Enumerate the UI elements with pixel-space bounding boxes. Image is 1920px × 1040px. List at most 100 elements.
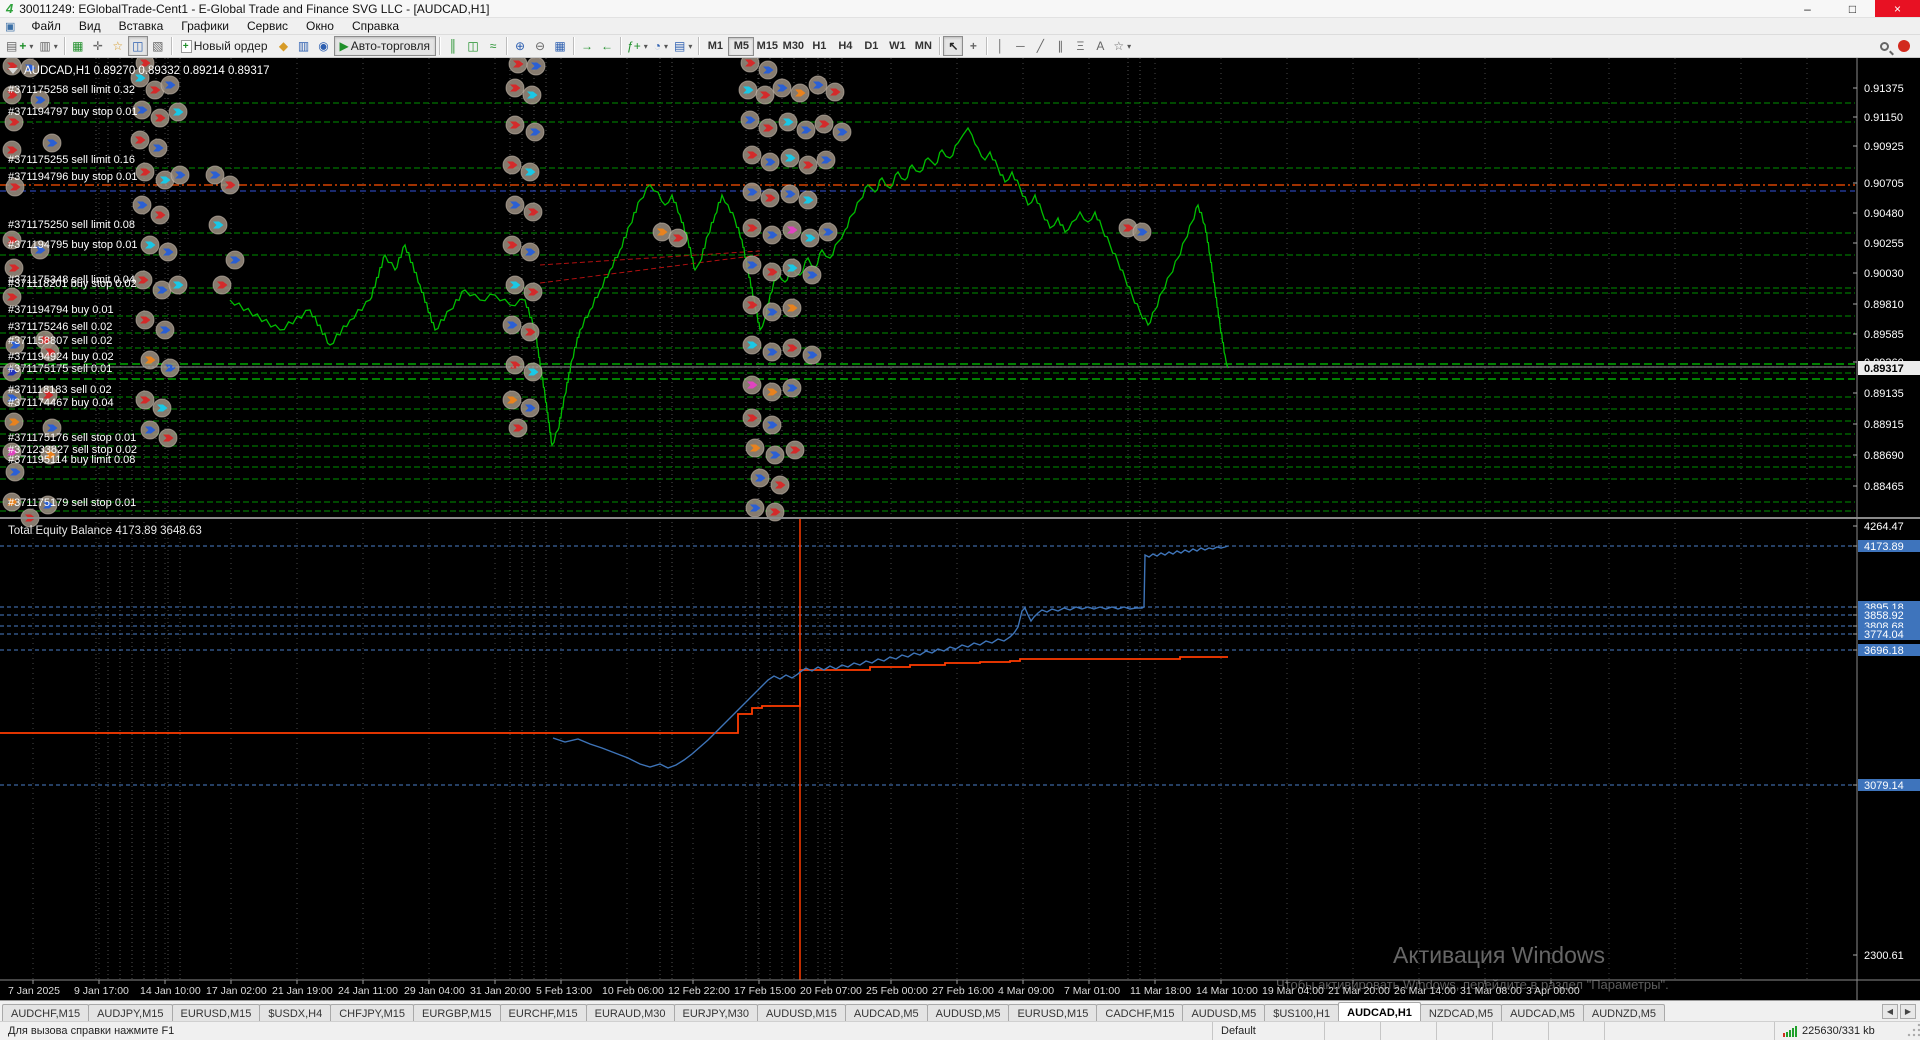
zoom-out-button[interactable]: ⊖ <box>530 36 550 56</box>
trade-marker[interactable] <box>796 120 816 140</box>
trade-marker[interactable] <box>808 75 828 95</box>
trade-marker[interactable] <box>4 412 24 432</box>
close-button[interactable]: × <box>1875 0 1920 17</box>
trade-marker[interactable] <box>782 220 802 240</box>
trade-marker[interactable] <box>505 115 525 135</box>
menu-сервис[interactable]: Сервис <box>238 18 297 34</box>
chart-tab-nzdcadm5[interactable]: NZDCAD,M5 <box>1419 1004 1503 1021</box>
notifications-button[interactable] <box>1894 36 1914 56</box>
new-chart-button[interactable]: ▤ + ▾ <box>3 36 36 56</box>
horizontal-line-button[interactable]: ─ <box>1010 36 1030 56</box>
autotrading-button[interactable]: ▶ Авто-торговля <box>333 36 437 56</box>
trade-marker[interactable] <box>742 408 762 428</box>
chart-tab-audusdm5[interactable]: AUDUSD,M5 <box>1182 1004 1266 1021</box>
chart-tab-us100h1[interactable]: $US100,H1 <box>1264 1004 1340 1021</box>
trade-marker[interactable] <box>135 310 155 330</box>
trade-marker[interactable] <box>762 382 782 402</box>
trade-marker[interactable] <box>135 162 155 182</box>
cursor-button[interactable]: ↖ <box>943 36 964 56</box>
trade-marker[interactable] <box>782 258 802 278</box>
chart-tab-audchfm15[interactable]: AUDCHF,M15 <box>2 1004 90 1021</box>
trade-marker[interactable] <box>738 80 758 100</box>
chart-tab-audnzdm5[interactable]: AUDNZD,M5 <box>1582 1004 1666 1021</box>
trade-marker[interactable] <box>762 262 782 282</box>
templates-button[interactable]: ▤ ▾ <box>671 36 695 56</box>
trade-marker[interactable] <box>505 78 525 98</box>
trade-marker[interactable] <box>814 114 834 134</box>
chart-tab-audcadm5[interactable]: AUDCAD,M5 <box>1501 1004 1584 1021</box>
data-window-button[interactable]: ✛ <box>88 36 108 56</box>
trade-marker[interactable] <box>522 85 542 105</box>
trade-marker[interactable] <box>782 378 802 398</box>
trade-marker[interactable] <box>140 235 160 255</box>
market-watch-button[interactable]: ▦ <box>68 36 88 56</box>
trade-marker[interactable] <box>505 195 525 215</box>
trade-marker[interactable] <box>508 58 528 74</box>
trade-marker[interactable] <box>523 362 543 382</box>
trade-marker[interactable] <box>502 235 522 255</box>
trade-marker[interactable] <box>740 58 760 73</box>
trade-marker[interactable] <box>765 445 785 465</box>
trade-marker[interactable] <box>740 110 760 130</box>
trade-marker[interactable] <box>755 85 775 105</box>
tab-scroll-left-button[interactable]: ◀ <box>1882 1004 1898 1019</box>
menu-графики[interactable]: Графики <box>172 18 238 34</box>
tab-scroll-right-button[interactable]: ▶ <box>1900 1004 1916 1019</box>
trade-marker[interactable] <box>135 390 155 410</box>
trade-marker[interactable] <box>758 60 778 80</box>
trade-marker[interactable] <box>785 440 805 460</box>
menu-вставка[interactable]: Вставка <box>110 18 173 34</box>
text-tool-button[interactable]: A <box>1090 36 1110 56</box>
resize-grip[interactable] <box>1906 1022 1920 1040</box>
bar-chart-button[interactable]: ║ <box>443 36 463 56</box>
trade-marker[interactable] <box>523 202 543 222</box>
trade-marker[interactable] <box>502 390 522 410</box>
trade-marker[interactable] <box>520 398 540 418</box>
trade-marker[interactable] <box>225 250 245 270</box>
trade-marker[interactable] <box>825 82 845 102</box>
trade-marker[interactable] <box>816 150 836 170</box>
navigator-button[interactable]: ☆ <box>108 36 128 56</box>
trade-marker[interactable] <box>168 102 188 122</box>
trade-marker[interactable] <box>652 222 672 242</box>
vertical-line-button[interactable]: │ <box>990 36 1010 56</box>
timeframe-m5-button[interactable]: M5 <box>728 36 755 56</box>
trade-marker[interactable] <box>742 145 762 165</box>
trade-marker[interactable] <box>742 255 762 275</box>
trade-marker[interactable] <box>155 320 175 340</box>
trade-marker[interactable] <box>152 280 172 300</box>
trade-marker[interactable] <box>150 108 170 128</box>
trade-marker[interactable] <box>818 222 838 242</box>
chart-tab-eurgbpm15[interactable]: EURGBP,M15 <box>413 1004 501 1021</box>
chart-tab-audusdm15[interactable]: AUDUSD,M15 <box>756 1004 846 1021</box>
menu-вид[interactable]: Вид <box>70 18 110 34</box>
menu-файл[interactable]: Файл <box>22 18 70 34</box>
minimize-button[interactable]: – <box>1785 0 1830 17</box>
chart-tab-audjpym15[interactable]: AUDJPY,M15 <box>88 1004 173 1021</box>
tile-windows-button[interactable]: ▦ <box>550 36 570 56</box>
auto-scroll-button[interactable]: → <box>577 36 597 56</box>
trade-marker[interactable] <box>745 438 765 458</box>
new-order-button[interactable]: + Новый ордер <box>175 36 274 56</box>
trade-marker[interactable] <box>160 358 180 378</box>
chart-canvas[interactable]: #371175258 sell limit 0.32 #371194797 buy… <box>0 58 1920 1000</box>
trade-marker[interactable] <box>42 133 62 153</box>
chart-window-button[interactable]: ▥ <box>294 36 314 56</box>
timeframe-m1-button[interactable]: M1 <box>702 37 728 56</box>
trade-marker[interactable] <box>742 182 762 202</box>
terminal-button[interactable]: ◫ <box>127 36 148 56</box>
trade-marker[interactable] <box>525 122 545 142</box>
trade-marker[interactable] <box>770 475 790 495</box>
trade-marker[interactable] <box>668 228 688 248</box>
trade-marker[interactable] <box>1132 222 1152 242</box>
trade-marker[interactable] <box>750 468 770 488</box>
strategy-tester-button[interactable]: ▧ <box>148 36 168 56</box>
trade-marker[interactable] <box>140 350 160 370</box>
timeframe-m15-button[interactable]: M15 <box>754 37 780 56</box>
trade-marker[interactable] <box>798 155 818 175</box>
candlestick-button[interactable]: ◫ <box>463 36 483 56</box>
chart-tab-audcadh1[interactable]: AUDCAD,H1 <box>1338 1002 1421 1021</box>
trade-marker[interactable] <box>208 215 228 235</box>
trade-marker[interactable] <box>800 228 820 248</box>
trade-marker[interactable] <box>520 322 540 342</box>
